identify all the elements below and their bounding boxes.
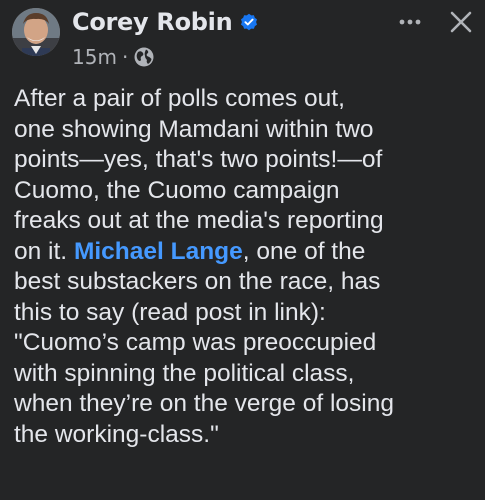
verified-badge-icon [240, 13, 258, 31]
post-header: Corey Robin 15m · [0, 0, 485, 80]
post-body-line: best substackers on the race, has [14, 268, 381, 295]
meta-separator: · [121, 45, 129, 69]
post-body-line: when they’re on the verge of losing [14, 390, 394, 417]
avatar-photo [12, 8, 60, 56]
post-card: Corey Robin 15m · After a pair of polls … [0, 0, 485, 500]
post-body: After a pair of polls comes out, one sho… [14, 84, 476, 450]
post-timestamp[interactable]: 15m [72, 45, 117, 69]
close-icon[interactable] [445, 6, 477, 38]
globe-icon[interactable] [133, 46, 155, 68]
post-body-line: points—yes, that's two points!—of [14, 146, 383, 173]
post-meta: 15m · [72, 44, 155, 70]
post-body-line: Cuomo, the Cuomo campaign [14, 176, 340, 204]
post-body-line: with spinning the political class, [14, 359, 355, 387]
post-body-line: one showing Mamdani within two [14, 115, 374, 143]
post-body-line: the working-class." [14, 420, 219, 448]
author-name[interactable]: Corey Robin [72, 8, 233, 36]
post-body-line: "Cuomo’s camp was preoccupied [14, 329, 377, 356]
more-options-icon[interactable] [393, 8, 427, 36]
post-body-text: , one of the [242, 237, 366, 265]
post-body-line: this to say (read post in link): [14, 298, 326, 326]
mention-link[interactable]: Michael Lange [74, 238, 243, 265]
author-name-row: Corey Robin [72, 2, 258, 42]
post-body-line: After a pair of polls comes out, [14, 85, 345, 112]
post-body-text: on it. [14, 237, 74, 265]
author-avatar[interactable] [12, 8, 60, 56]
post-body-line: freaks out at the media's reporting [14, 207, 384, 234]
post-body-line-with-mention: on it. Michael Lange, one of the [14, 237, 476, 268]
